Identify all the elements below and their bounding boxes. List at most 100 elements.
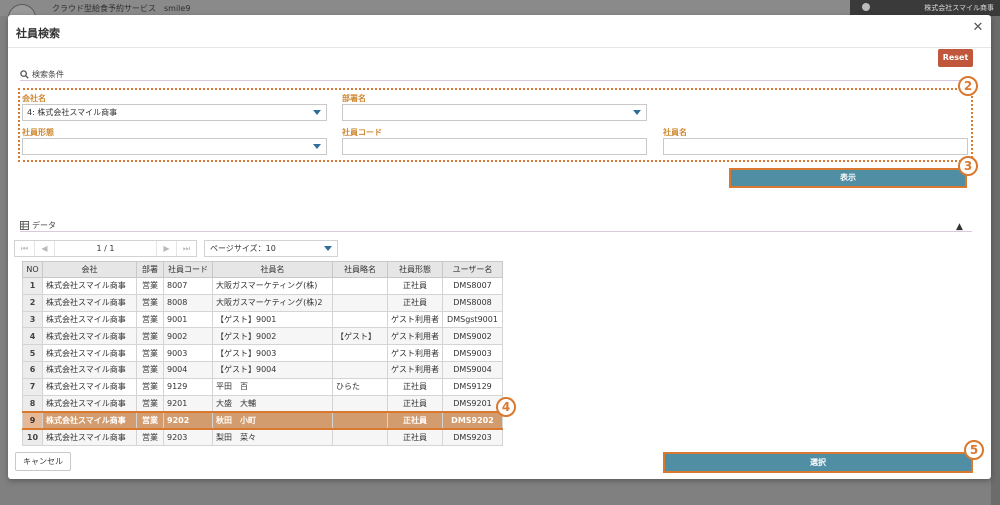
annotation-badge-3: 3 <box>958 156 978 176</box>
col-header-employee-code[interactable]: 社員コード <box>163 261 213 278</box>
employee-name-label: 社員名 <box>663 128 687 137</box>
cell-employee-type: ゲスト利用者 <box>387 327 443 346</box>
cell-department: 営業 <box>136 293 164 312</box>
department-select[interactable] <box>342 104 647 121</box>
col-header-department[interactable]: 部署 <box>136 261 164 278</box>
cell-short-name <box>332 293 388 312</box>
table-row[interactable]: 2 株式会社スマイル商事 営業 8008 大阪ガスマーケティング(株)2 正社員 DMS80… <box>22 293 503 312</box>
cancel-button[interactable]: キャンセル <box>15 452 71 471</box>
cell-username: DMS9201 <box>442 394 503 413</box>
table-row[interactable]: 8 株式会社スマイル商事 営業 9201 大盛 大輔 正社員 DMS9201 <box>22 394 503 413</box>
employee-type-select[interactable] <box>22 138 327 155</box>
cell-department: 営業 <box>136 377 164 396</box>
chevron-down-icon <box>633 110 641 115</box>
company-select[interactable]: 4: 株式会社スマイル商事 <box>22 104 327 121</box>
last-page-button[interactable]: ⏭ <box>176 241 196 256</box>
cell-username: DMS9004 <box>442 360 503 379</box>
cell-company: 株式会社スマイル商事 <box>42 410 137 430</box>
table-row[interactable]: 10 株式会社スマイル商事 営業 9203 梨田 菜々 正社員 DMS9203 <box>22 428 503 446</box>
cell-employee-type: 正社員 <box>387 394 443 413</box>
col-header-employee-type[interactable]: 社員形態 <box>387 261 443 278</box>
data-heading-text: データ <box>32 221 56 230</box>
cell-department: 営業 <box>136 360 164 379</box>
first-page-button[interactable]: ⏮ <box>15 241 35 256</box>
conditions-heading-text: 検索条件 <box>32 70 64 79</box>
annotation-badge-4: 4 <box>496 397 516 417</box>
employee-name-input[interactable] <box>663 138 968 155</box>
cell-company: 株式会社スマイル商事 <box>42 327 137 346</box>
col-header-short-name[interactable]: 社員略名 <box>332 261 388 278</box>
cell-no: 10 <box>22 428 43 446</box>
prev-page-button[interactable]: ◀ <box>35 241 55 256</box>
cell-username: DMS9202 <box>442 410 503 430</box>
col-header-employee-name[interactable]: 社員名 <box>212 261 333 278</box>
col-header-no[interactable]: NO <box>22 261 43 278</box>
cell-employee-code: 9203 <box>163 428 213 446</box>
table-row[interactable]: 6 株式会社スマイル商事 営業 9004 【ゲスト】9004 ゲスト利用者 DMS9004 <box>22 360 503 379</box>
table-row[interactable]: 3 株式会社スマイル商事 営業 9001 【ゲスト】9001 ゲスト利用者 DMSgst90… <box>22 310 503 329</box>
page-scrollbar[interactable] <box>991 16 1000 505</box>
conditions-heading: 検索条件 <box>20 69 64 80</box>
cell-no: 4 <box>22 327 43 346</box>
reset-button[interactable]: Reset <box>938 49 973 67</box>
header-divider <box>8 47 991 48</box>
cell-employee-name: 【ゲスト】9001 <box>212 310 333 329</box>
cell-short-name: ひらた <box>332 377 388 396</box>
cell-username: DMS8008 <box>442 293 503 312</box>
cell-short-name <box>332 310 388 329</box>
cell-company: 株式会社スマイル商事 <box>42 344 137 362</box>
cell-company: 株式会社スマイル商事 <box>42 310 137 329</box>
col-header-company[interactable]: 会社 <box>42 261 137 278</box>
chevron-down-icon <box>313 144 321 149</box>
cell-short-name: 【ゲスト】 <box>332 327 388 346</box>
cell-no: 7 <box>22 377 43 396</box>
department-label: 部署名 <box>342 94 366 103</box>
annotation-badge-2: 2 <box>958 76 978 96</box>
cell-employee-name: 大阪ガスマーケティング(株) <box>212 277 333 295</box>
cell-no: 9 <box>22 410 43 430</box>
cell-username: DMS9003 <box>442 344 503 362</box>
show-button[interactable]: 表示 <box>729 168 967 188</box>
cell-employee-code: 9004 <box>163 360 213 379</box>
user-icon <box>862 3 870 11</box>
cell-employee-name: 平田 百 <box>212 377 333 396</box>
col-header-username[interactable]: ユーザー名 <box>442 261 503 278</box>
next-page-button[interactable]: ▶ <box>156 241 176 256</box>
cell-employee-code: 8008 <box>163 293 213 312</box>
cell-employee-code: 9002 <box>163 327 213 346</box>
cell-employee-code: 8007 <box>163 277 213 295</box>
cell-username: DMSgst9001 <box>442 310 503 329</box>
cell-employee-code: 9202 <box>163 410 213 430</box>
cell-employee-type: 正社員 <box>387 277 443 295</box>
table-row[interactable]: 4 株式会社スマイル商事 営業 9002 【ゲスト】9002 【ゲスト】 ゲスト利用者 DMS… <box>22 327 503 346</box>
modal-title: 社員検索 <box>16 27 60 40</box>
cell-employee-type: 正社員 <box>387 410 443 430</box>
table-row[interactable]: 1 株式会社スマイル商事 営業 8007 大阪ガスマーケティング(株) 正社員 DMS800… <box>22 277 503 295</box>
cell-department: 営業 <box>136 344 164 362</box>
cell-employee-code: 9003 <box>163 344 213 362</box>
user-area: 株式会社スマイル商事 <box>850 0 1000 16</box>
cell-employee-type: ゲスト利用者 <box>387 344 443 362</box>
cell-employee-name: 秋田 小町 <box>212 410 333 430</box>
background-header: クラウド型給食予約サービス smile9 株式会社スマイル商事 <box>0 0 1000 32</box>
select-button[interactable]: 選択 <box>663 452 973 473</box>
table-row[interactable]: 5 株式会社スマイル商事 営業 9003 【ゲスト】9003 ゲスト利用者 DMS9003 <box>22 344 503 362</box>
table-row[interactable]: 9 株式会社スマイル商事 営業 9202 秋田 小町 正社員 DMS9202 <box>22 410 503 430</box>
close-icon[interactable]: ✕ <box>971 21 985 35</box>
cell-employee-type: 正社員 <box>387 377 443 396</box>
employee-search-modal: 社員検索 ✕ Reset 検索条件 会社名 4: 株式会社スマイル商事 部署名 … <box>8 15 991 479</box>
employee-code-input[interactable] <box>342 138 647 155</box>
cell-no: 2 <box>22 293 43 312</box>
employee-code-label: 社員コード <box>342 128 382 137</box>
cell-employee-code: 9201 <box>163 394 213 413</box>
table-header-row: NO 会社 部署 社員コード 社員名 社員略名 社員形態 ユーザー名 <box>22 261 503 278</box>
cell-company: 株式会社スマイル商事 <box>42 360 137 379</box>
chevron-down-icon <box>313 110 321 115</box>
annotation-badge-5: 5 <box>964 440 984 460</box>
employee-table: NO 会社 部署 社員コード 社員名 社員略名 社員形態 ユーザー名 1 株式会社… <box>22 261 503 446</box>
page-size-select[interactable]: ページサイズ：10 <box>204 240 338 257</box>
cell-company: 株式会社スマイル商事 <box>42 394 137 413</box>
cell-no: 5 <box>22 344 43 362</box>
table-row[interactable]: 7 株式会社スマイル商事 営業 9129 平田 百ひらた 正社員 DMS9129 <box>22 377 503 396</box>
page-size-value: ページサイズ：10 <box>210 244 276 253</box>
